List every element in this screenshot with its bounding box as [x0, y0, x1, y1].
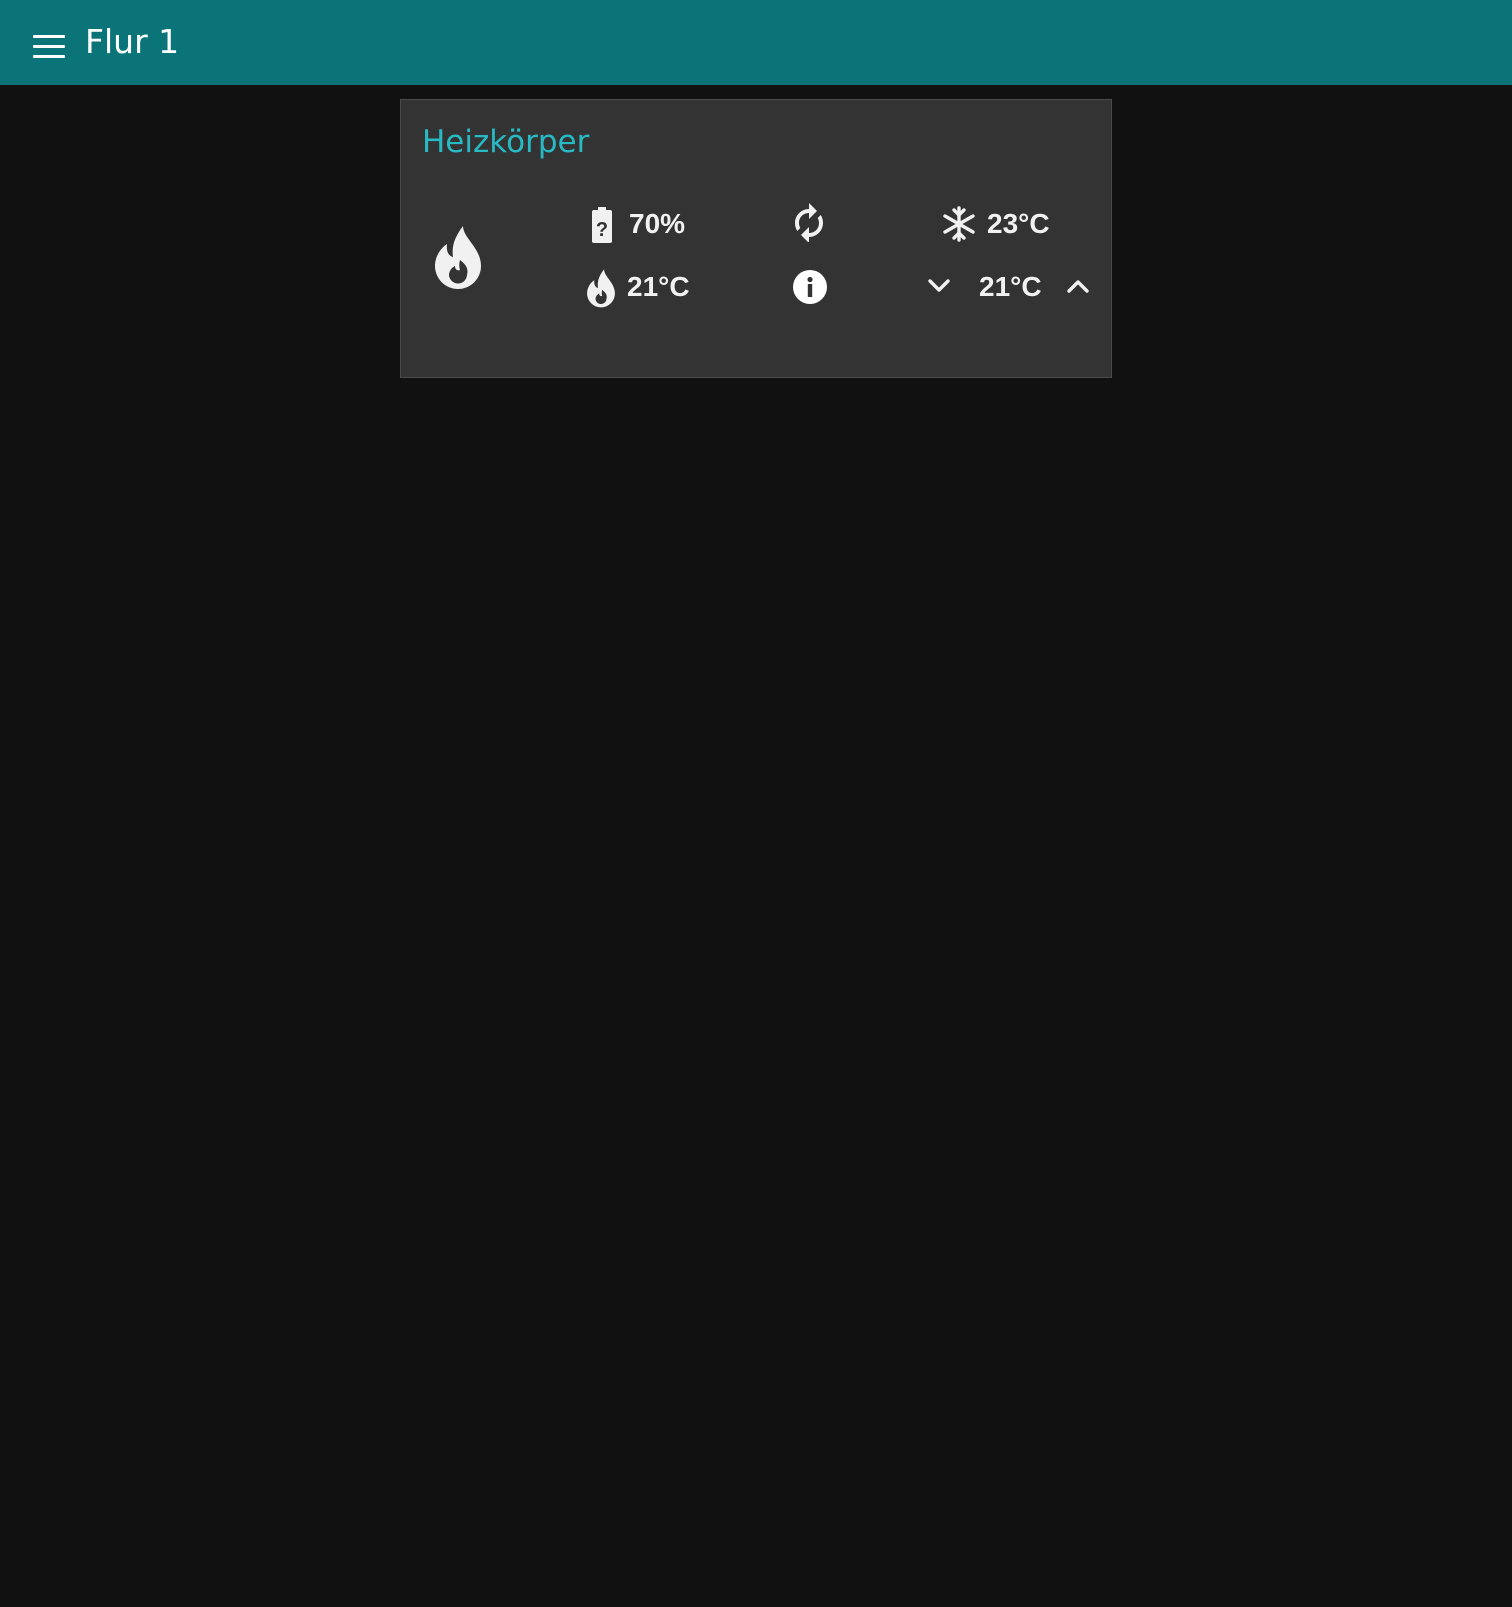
- snowflake-icon: [943, 206, 975, 242]
- chevron-down-icon[interactable]: [927, 278, 951, 294]
- flame-icon: [587, 269, 615, 308]
- page-title: Flur 1: [85, 22, 180, 61]
- sync-icon[interactable]: [791, 202, 827, 242]
- battery-unknown-icon: ?: [592, 207, 612, 243]
- info-icon[interactable]: [792, 269, 828, 305]
- svg-text:?: ?: [596, 219, 608, 241]
- heater-card: Heizkörper ? 70% 21°C 23°C 21°C: [400, 99, 1112, 378]
- setpoint-temperature-value: 21°C: [979, 271, 1042, 302]
- flame-icon: [435, 226, 481, 289]
- card-title: Heizkörper: [422, 124, 590, 160]
- current-temperature-value: 21°C: [627, 271, 690, 302]
- battery-value: 70%: [629, 208, 686, 239]
- chevron-up-icon[interactable]: [1066, 278, 1090, 294]
- hamburger-menu-icon[interactable]: [33, 35, 65, 59]
- cooling-temperature-value: 23°C: [987, 208, 1050, 239]
- top-app-bar: Flur 1: [0, 0, 1512, 85]
